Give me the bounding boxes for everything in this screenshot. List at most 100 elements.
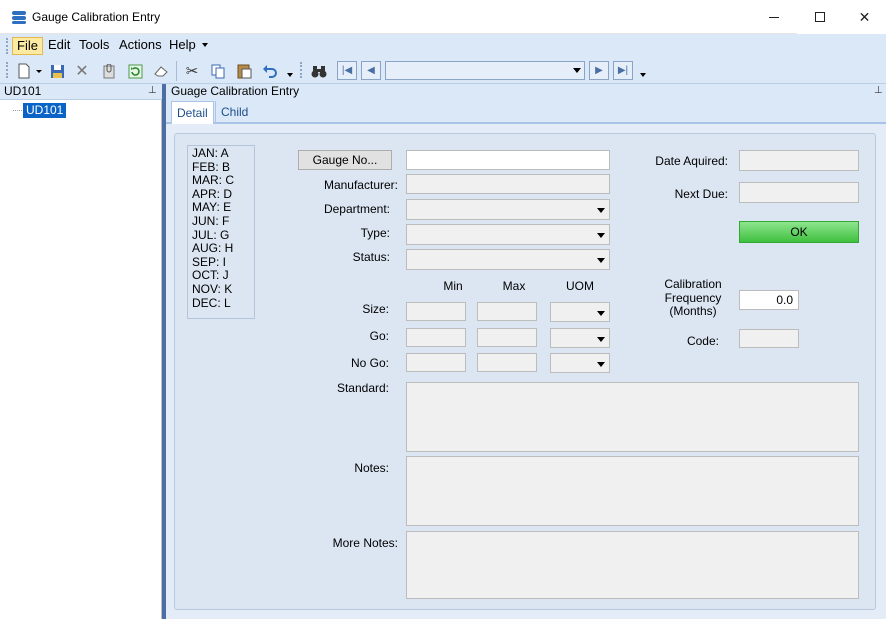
go-label: Go:	[369, 329, 389, 343]
tree-item-ud101[interactable]: UD101	[23, 103, 67, 118]
nogo-label: No Go:	[350, 356, 389, 370]
month-code: MAR: C	[192, 173, 234, 188]
nogo-uom-dropdown[interactable]	[550, 353, 610, 373]
first-record-icon[interactable]: |◀	[337, 61, 357, 80]
next-record-icon[interactable]: ▶	[589, 61, 609, 80]
manufacturer-label: Manufacturer:	[323, 178, 398, 192]
calibration-frequency-label: Calibration Frequency (Months)	[650, 277, 736, 319]
app-icon	[12, 11, 26, 24]
size-uom-dropdown[interactable]	[550, 302, 610, 322]
attach-icon[interactable]	[98, 60, 120, 82]
menu-actions[interactable]: Actions	[115, 37, 166, 55]
maximize-icon	[815, 12, 825, 22]
last-record-icon[interactable]: ▶|	[613, 61, 633, 80]
chevron-down-icon	[597, 258, 605, 263]
min-column-header: Min	[443, 279, 463, 293]
new-icon[interactable]	[13, 60, 35, 82]
binoculars-icon[interactable]	[308, 60, 330, 82]
type-dropdown[interactable]	[406, 224, 610, 245]
manufacturer-field[interactable]	[406, 174, 610, 194]
tab-strip	[166, 100, 886, 124]
next-due-field[interactable]	[739, 182, 859, 203]
date-aquired-field[interactable]	[739, 150, 859, 171]
notes-label: Notes:	[354, 461, 389, 475]
type-label: Type:	[360, 226, 390, 240]
month-code: APR: D	[192, 186, 233, 201]
chevron-down-icon	[597, 362, 605, 367]
month-code: AUG: H	[192, 241, 234, 256]
gauge-no-button[interactable]: Gauge No...	[298, 150, 392, 170]
nav-overflow-icon[interactable]	[640, 73, 646, 77]
go-min-field[interactable]	[406, 328, 466, 347]
eraser-icon[interactable]	[150, 60, 172, 82]
month-code: JUN: F	[192, 213, 230, 228]
month-code: OCT: J	[192, 268, 229, 283]
size-label: Size:	[362, 302, 389, 316]
month-code: JAN: A	[192, 146, 229, 160]
code-label: Code:	[686, 334, 719, 348]
menu-overflow-icon[interactable]	[202, 43, 208, 47]
close-icon: ✕	[858, 8, 871, 25]
record-navigator-combo[interactable]	[385, 61, 585, 80]
month-code: FEB: B	[192, 159, 231, 174]
undo-icon[interactable]	[259, 60, 281, 82]
month-code: SEP: I	[192, 254, 227, 269]
save-icon[interactable]	[46, 60, 68, 82]
more-notes-label: More Notes:	[332, 536, 398, 550]
month-code: JUL: G	[192, 227, 230, 242]
month-code: DEC: L	[192, 295, 231, 310]
max-column-header: Max	[502, 279, 526, 293]
chevron-down-icon	[597, 337, 605, 342]
left-panel-header: UD101	[0, 84, 162, 100]
menu-edit[interactable]: Edit	[44, 37, 74, 55]
standard-label: Standard:	[336, 381, 389, 395]
size-max-field[interactable]	[477, 302, 537, 321]
gauge-no-field[interactable]	[406, 150, 610, 170]
maximize-button[interactable]	[797, 0, 843, 34]
minimize-button-area[interactable]	[751, 0, 797, 34]
pin-icon[interactable]: ⊥	[148, 85, 157, 96]
refresh-icon[interactable]	[124, 60, 146, 82]
paste-icon[interactable]	[233, 60, 255, 82]
calibration-label-line: Calibration	[664, 277, 722, 291]
size-min-field[interactable]	[406, 302, 466, 321]
tab-child[interactable]: Child	[215, 101, 253, 124]
pin-icon-right[interactable]: ⊥	[874, 85, 883, 96]
code-field[interactable]	[739, 329, 799, 348]
go-max-field[interactable]	[477, 328, 537, 347]
delete-icon[interactable]: ✕	[71, 60, 93, 82]
menu-file[interactable]: File	[12, 37, 43, 55]
toolbar-separator	[176, 61, 177, 81]
department-label: Department:	[323, 202, 390, 216]
close-button[interactable]: ✕	[843, 0, 886, 34]
month-code: NOV: K	[192, 281, 233, 296]
window-title: Gauge Calibration Entry	[32, 10, 161, 24]
toolbar-grip-2	[300, 62, 303, 78]
new-dropdown-icon[interactable]	[36, 70, 42, 73]
chevron-down-icon	[597, 233, 605, 238]
month-code-legend: JAN: A FEB: B MAR: C APR: D MAY: E JUN: …	[187, 145, 255, 319]
more-notes-textarea[interactable]	[406, 531, 859, 599]
calibration-label-line: Frequency	[664, 290, 722, 305]
status-dropdown[interactable]	[406, 249, 610, 270]
ok-button[interactable]: OK	[739, 221, 859, 243]
cut-icon[interactable]: ✂	[181, 60, 203, 82]
chevron-down-icon	[597, 208, 605, 213]
month-code: MAY: E	[192, 200, 232, 215]
copy-icon[interactable]	[207, 60, 229, 82]
previous-record-icon[interactable]: ◀	[361, 61, 381, 80]
nogo-max-field[interactable]	[477, 353, 537, 372]
notes-textarea[interactable]	[406, 456, 859, 526]
tab-detail[interactable]: Detail	[171, 101, 214, 124]
menu-help[interactable]: Help	[165, 37, 200, 55]
nogo-min-field[interactable]	[406, 353, 466, 372]
toolbar-grip	[6, 62, 9, 78]
go-uom-dropdown[interactable]	[550, 328, 610, 348]
right-panel-header: Guage Calibration Entry	[166, 84, 886, 100]
toolbar-overflow-icon[interactable]	[287, 73, 293, 77]
standard-textarea[interactable]	[406, 382, 859, 452]
menu-tools[interactable]: Tools	[75, 37, 113, 55]
calibration-frequency-field[interactable]: 0.0	[739, 290, 799, 310]
department-dropdown[interactable]	[406, 199, 610, 220]
calibration-label-line: (Months)	[669, 304, 717, 318]
